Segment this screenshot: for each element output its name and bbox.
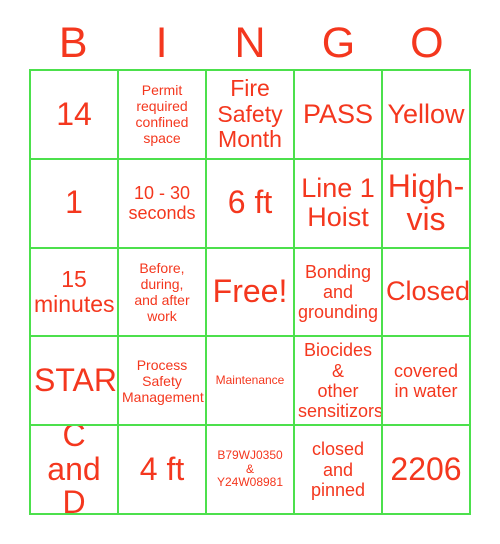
bingo-cell[interactable]: Process Safety Management [119, 337, 207, 427]
bingo-cell[interactable]: 1 [31, 159, 119, 249]
bingo-header-row: B I N G O [29, 16, 471, 69]
bingo-cell-text: Yellow [387, 98, 465, 129]
bingo-cell-text: 4 ft [139, 450, 185, 487]
bingo-cell[interactable]: Line 1 Hoist [295, 159, 383, 249]
bingo-cell[interactable]: B79WJ0350 & Y24W08981 [207, 426, 295, 515]
bingo-cell[interactable]: 14 [31, 71, 119, 160]
bingo-cell[interactable]: Before, during, and after work [119, 248, 207, 338]
bingo-cell[interactable]: Closed [383, 248, 471, 338]
bingo-cell[interactable]: 15 minutes [31, 248, 119, 338]
bingo-header-letter-g: G [294, 16, 382, 69]
bingo-cell-text: closed and pinned [310, 439, 366, 500]
header-letter-label: N [234, 18, 266, 67]
bingo-cell-text: Biocides & other sensitizors [298, 340, 383, 421]
bingo-cell-text: Line 1 Hoist [301, 173, 375, 233]
bingo-cell[interactable]: Bonding and grounding [295, 248, 383, 338]
bingo-header-letter-i: I [117, 16, 205, 69]
header-letter-label: G [321, 18, 356, 67]
bingo-cell[interactable]: closed and pinned [295, 426, 383, 515]
bingo-free-space-cell[interactable]: Free! [207, 248, 295, 338]
bingo-cell-text: Before, during, and after work [134, 259, 190, 325]
bingo-cell[interactable]: High- vis [383, 159, 471, 249]
bingo-cell[interactable]: 2206 [383, 426, 471, 515]
bingo-cell-text: STAR [34, 361, 117, 398]
bingo-cell-text: 14 [56, 95, 92, 132]
bingo-cell[interactable]: covered in water [383, 337, 471, 427]
bingo-cell-text: covered in water [393, 360, 459, 401]
bingo-cell-text: Free! [212, 273, 288, 310]
bingo-cell-text: Fire Safety Month [217, 75, 283, 153]
bingo-cell[interactable]: 6 ft [207, 159, 295, 249]
bingo-card: B I N G O 14 Permit required confined sp… [0, 0, 500, 544]
bingo-cell-text: Bonding and grounding [298, 261, 379, 323]
bingo-cell[interactable]: STAR [31, 337, 119, 427]
bingo-cell-text: Permit required confined space [135, 82, 189, 147]
bingo-cell[interactable]: Fire Safety Month [207, 71, 295, 160]
bingo-cell[interactable]: PASS [295, 71, 383, 160]
bingo-cell[interactable]: C and D [31, 426, 119, 515]
bingo-cell-text: PASS [302, 98, 374, 129]
header-letter-label: O [410, 18, 444, 67]
bingo-cell-text: High- vis [387, 167, 465, 238]
header-letter-label: I [155, 18, 168, 67]
bingo-cell[interactable]: Permit required confined space [119, 71, 207, 160]
bingo-header-letter-b: B [29, 16, 117, 69]
bingo-cell-text: 15 minutes [34, 265, 115, 317]
header-letter-label: B [58, 18, 88, 67]
bingo-cell-text: 1 [65, 184, 83, 221]
bingo-cell[interactable]: 10 - 30 seconds [119, 159, 207, 249]
bingo-cell-text: B79WJ0350 & Y24W08981 [216, 447, 284, 490]
bingo-cell[interactable]: Biocides & other sensitizors [295, 337, 383, 427]
bingo-cell-text: Process Safety Management [122, 356, 204, 405]
bingo-cell[interactable]: Yellow [383, 71, 471, 160]
bingo-cell-text: 6 ft [227, 184, 273, 221]
bingo-header-letter-n: N [206, 16, 294, 69]
bingo-cell-text: C and D [47, 426, 101, 515]
bingo-cell[interactable]: Maintenance [207, 337, 295, 427]
bingo-cell-text: Maintenance [215, 372, 285, 387]
bingo-header-letter-o: O [383, 16, 471, 69]
bingo-cell[interactable]: 4 ft [119, 426, 207, 515]
bingo-grid: 14 Permit required confined space Fire S… [29, 69, 471, 515]
bingo-cell-text: Closed [386, 276, 471, 307]
bingo-cell-text: 10 - 30 seconds [128, 183, 196, 224]
bingo-cell-text: 2206 [390, 450, 462, 487]
